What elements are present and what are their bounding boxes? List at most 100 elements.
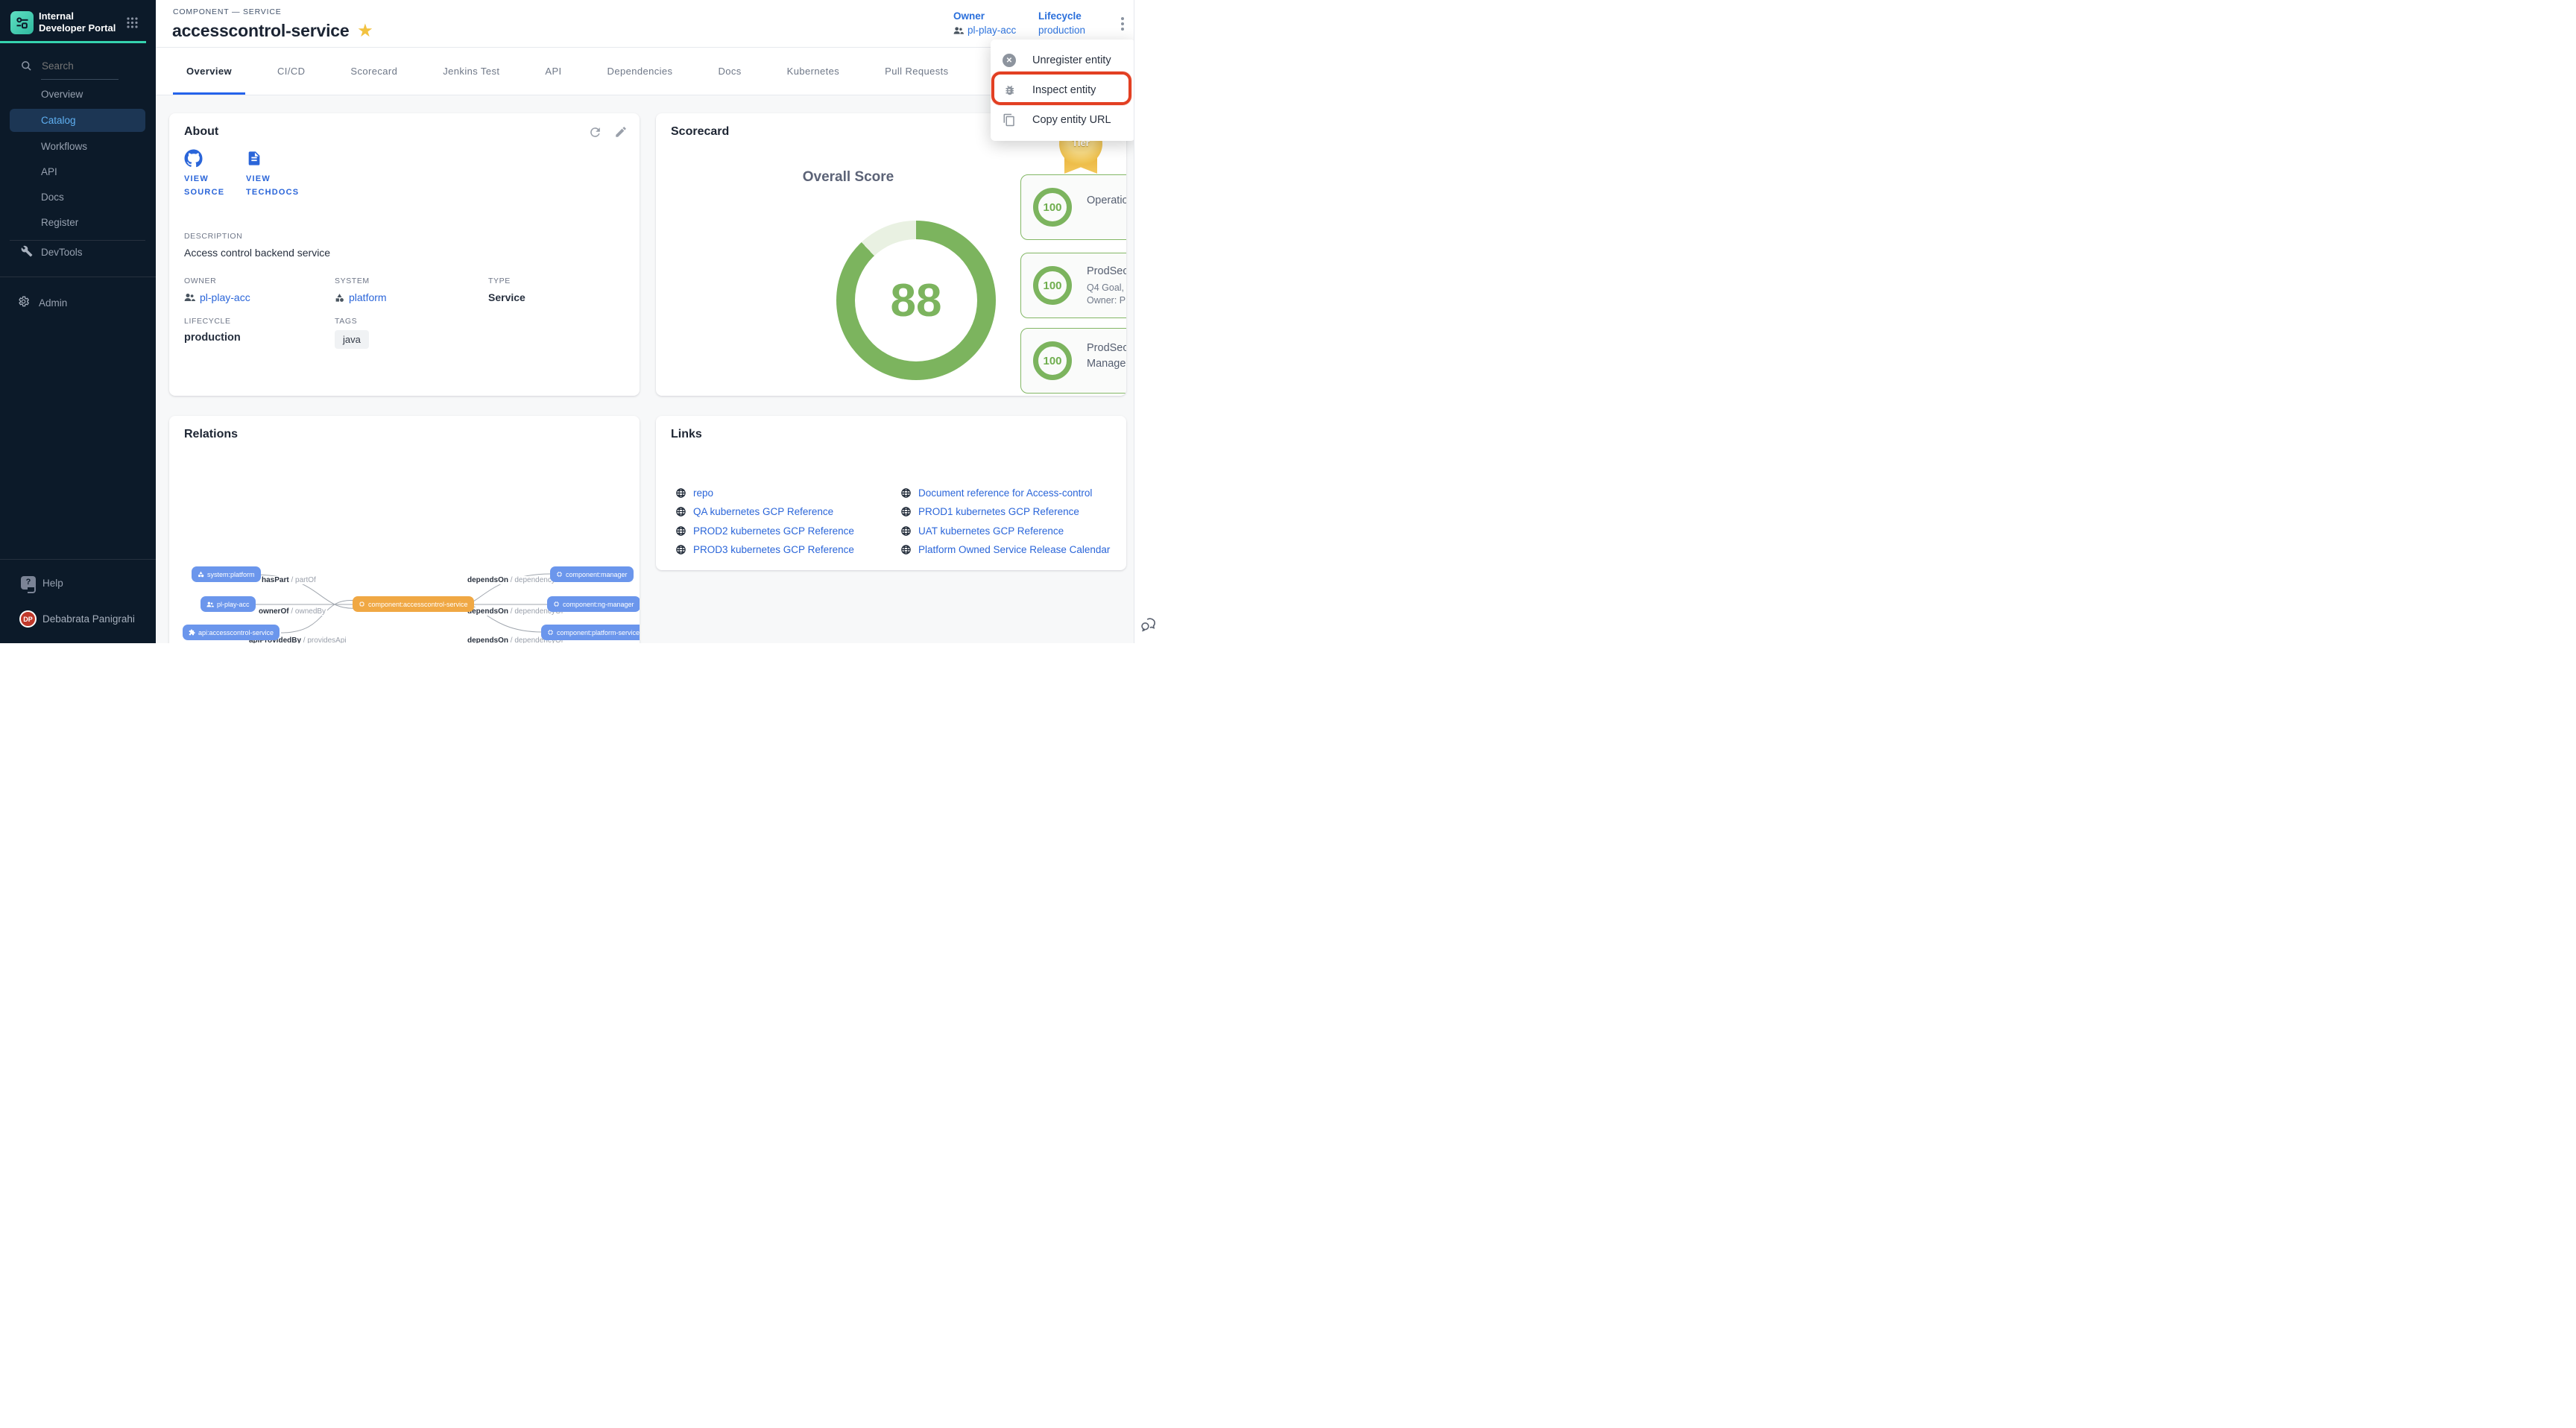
techdocs-icon	[246, 149, 262, 168]
sidebar-search[interactable]	[21, 57, 140, 75]
graph-node-component-manager[interactable]: component:manager	[550, 566, 634, 582]
link-prod2-kubernetes[interactable]: PROD2 kubernetes GCP Reference	[675, 525, 854, 537]
owner-block: Owner pl-play-acc	[953, 10, 1016, 36]
lifecycle-label: Lifecycle	[1038, 10, 1085, 22]
gear-icon	[17, 295, 30, 310]
tab-overview[interactable]: Overview	[173, 48, 245, 95]
scorecard-item-prodsec-vulnerability[interactable]: 100 ProdSec-Vulnerability Management	[1020, 328, 1126, 394]
about-card: About VIEW SOURCE VIEW TECHDOC	[169, 113, 640, 396]
edit-pencil-icon[interactable]	[614, 125, 628, 143]
chip-component-icon	[556, 571, 563, 578]
link-release-calendar[interactable]: Platform Owned Service Release Calendar	[900, 544, 1110, 555]
graph-node-component-accesscontrol-service[interactable]: component:accesscontrol-service	[353, 596, 474, 612]
sidebar-item-docs[interactable]: Docs	[0, 186, 156, 208]
search-input[interactable]	[42, 60, 120, 72]
field-description: DESCRIPTION Access control backend servi…	[184, 232, 330, 259]
globe-icon	[675, 544, 686, 555]
page-title: accesscontrol-service ★	[172, 21, 372, 41]
graph-node-pl-play-acc[interactable]: pl-play-acc	[201, 596, 256, 612]
globe-icon	[675, 487, 686, 499]
view-techdocs-button[interactable]: VIEW TECHDOCS	[246, 149, 310, 199]
menu-item-copy-entity-url[interactable]: Copy entity URL	[991, 105, 1135, 135]
graph-node-component-ng-manager[interactable]: component:ng-manager	[547, 596, 640, 612]
edge-label-ownerof: ownerOf / ownedBy	[257, 607, 327, 616]
app-logo-icon[interactable]	[10, 11, 34, 34]
user-avatar[interactable]: DP	[19, 610, 37, 628]
people-icon	[953, 26, 964, 35]
scorecard-card: Scorecard Overall Score 88 100 Operation…	[656, 113, 1126, 396]
tab-dependencies[interactable]: Dependencies	[594, 48, 686, 95]
scorecard-heading: Scorecard	[671, 125, 729, 139]
graph-node-api-accesscontrol-service[interactable]: api:accesscontrol-service	[183, 625, 280, 640]
sidebar-item-overview[interactable]: Overview	[0, 83, 156, 105]
field-system: SYSTEM platform	[335, 277, 387, 303]
sidebar-divider	[0, 559, 156, 560]
link-repo[interactable]: repo	[675, 487, 713, 499]
link-document-reference[interactable]: Document reference for Access-control	[900, 487, 1092, 499]
tab-scorecard[interactable]: Scorecard	[337, 48, 411, 95]
owner-link[interactable]: pl-play-acc	[953, 25, 1016, 36]
edge-label-haspart: hasPart / partOf	[260, 576, 318, 584]
sidebar-item-devtools[interactable]: DevTools	[0, 241, 156, 263]
view-source-button[interactable]: VIEW SOURCE	[184, 149, 248, 199]
apps-grid-icon[interactable]	[127, 17, 138, 32]
overall-score-donut: 88	[836, 221, 996, 380]
sidebar-item-admin[interactable]: Admin	[0, 291, 156, 314]
sidebar-item-workflows[interactable]: Workflows	[0, 135, 156, 157]
field-owner: OWNER pl-play-acc	[184, 277, 250, 303]
search-icon	[21, 60, 32, 72]
scorecard-item-operational-readiness[interactable]: 100 Operational readiness	[1020, 174, 1126, 240]
links-card: Links repo QA kubernetes GCP Reference P…	[656, 416, 1126, 570]
puzzle-api-icon	[189, 629, 195, 636]
chip-component-icon	[359, 601, 365, 607]
owner-label: Owner	[953, 10, 1016, 22]
link-qa-kubernetes[interactable]: QA kubernetes GCP Reference	[675, 506, 833, 517]
field-type: TYPE Service	[488, 277, 525, 303]
chat-help-icon[interactable]	[21, 576, 36, 590]
feedback-chat-icon[interactable]	[1140, 617, 1155, 631]
tab-docs[interactable]: Docs	[704, 48, 754, 95]
tab-cicd[interactable]: CI/CD	[264, 48, 318, 95]
globe-icon	[900, 487, 912, 499]
sidebar-item-api[interactable]: API	[0, 160, 156, 183]
relations-card: Relations system:platform pl-play-acc ap…	[169, 416, 640, 643]
menu-item-unregister-entity[interactable]: ✕ Unregister entity	[991, 45, 1135, 75]
tab-jenkins-test[interactable]: Jenkins Test	[429, 48, 513, 95]
favorite-star-icon[interactable]: ★	[358, 22, 372, 40]
about-heading: About	[184, 125, 218, 139]
link-prod1-kubernetes[interactable]: PROD1 kubernetes GCP Reference	[900, 506, 1079, 517]
search-underline	[41, 79, 119, 80]
overall-score-label: Overall Score	[774, 169, 923, 186]
entity-breadcrumb: COMPONENT — SERVICE	[173, 7, 282, 16]
circuit-logo-icon	[15, 16, 30, 31]
owner-entity-link[interactable]: pl-play-acc	[184, 291, 250, 303]
bug-icon	[1003, 83, 1016, 97]
field-tags: TAGS java	[335, 317, 369, 349]
graph-node-system-platform[interactable]: system:platform	[192, 566, 261, 582]
menu-item-inspect-entity[interactable]: Inspect entity	[991, 75, 1135, 105]
system-category-icon	[198, 571, 204, 578]
kebab-menu-icon[interactable]	[1115, 15, 1130, 33]
tag-chip-java[interactable]: java	[335, 330, 369, 349]
tab-pull-requests[interactable]: Pull Requests	[871, 48, 962, 95]
entity-header: COMPONENT — SERVICE accesscontrol-servic…	[156, 0, 1134, 48]
link-prod3-kubernetes[interactable]: PROD3 kubernetes GCP Reference	[675, 544, 854, 555]
graph-node-component-platform-service[interactable]: component:platform-service	[541, 625, 640, 640]
field-lifecycle: LIFECYCLE production	[184, 317, 241, 344]
entity-tabs: Overview CI/CD Scorecard Jenkins Test AP…	[156, 48, 1134, 95]
tab-kubernetes[interactable]: Kubernetes	[774, 48, 853, 95]
copy-icon	[1003, 113, 1016, 127]
sidebar-item-help[interactable]: Help	[42, 578, 63, 589]
entity-context-menu: ✕ Unregister entity Inspect entity Copy …	[991, 40, 1135, 141]
sidebar-item-register[interactable]: Register	[0, 211, 156, 233]
brand-title: Internal Developer Portal	[39, 10, 121, 34]
system-entity-link[interactable]: platform	[335, 291, 387, 303]
chip-component-icon	[553, 601, 560, 607]
refresh-icon[interactable]	[588, 125, 602, 143]
system-category-icon	[335, 293, 344, 303]
sidebar-item-catalog[interactable]: Catalog	[0, 109, 156, 131]
link-uat-kubernetes[interactable]: UAT kubernetes GCP Reference	[900, 525, 1064, 537]
tab-api[interactable]: API	[531, 48, 575, 95]
scorecard-item-prodsec-health[interactable]: 100 ProdSec Health Q4 Goal, mission impo…	[1020, 253, 1126, 318]
overall-score-value: 88	[836, 221, 996, 380]
